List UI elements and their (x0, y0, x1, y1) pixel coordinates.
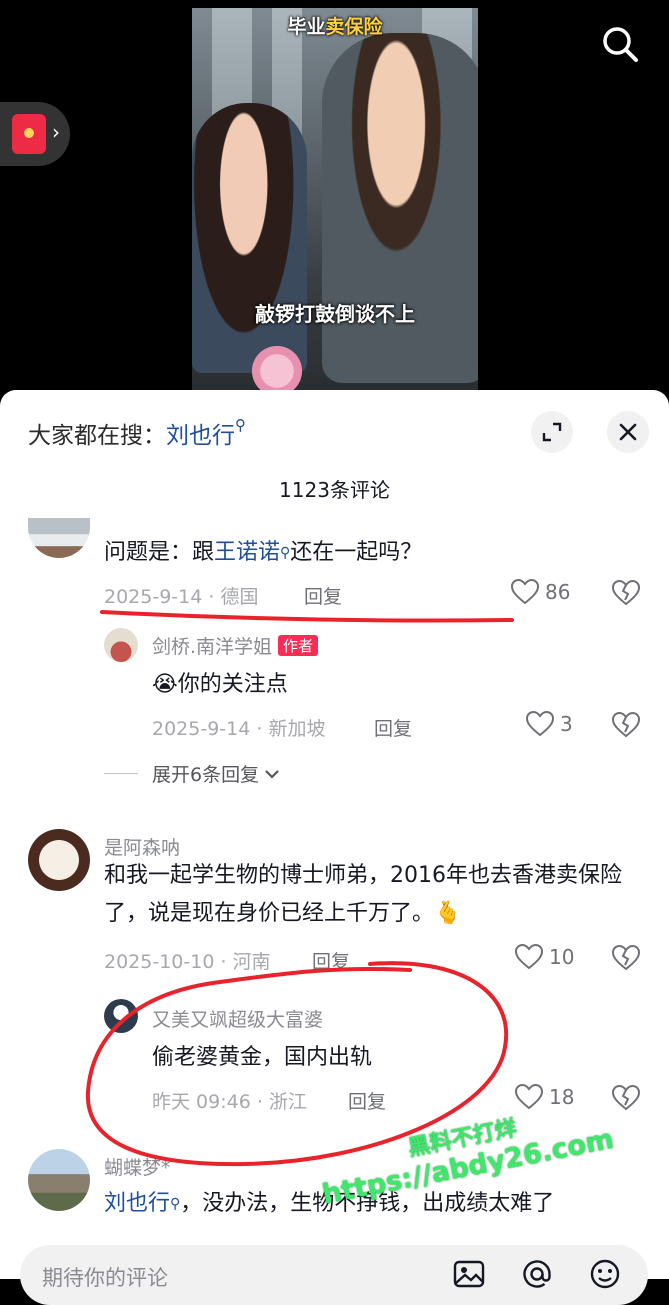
mention-link[interactable]: 王诺诺⚲ (214, 540, 290, 565)
video-caption-top: 毕业卖保险 (287, 16, 383, 38)
comment-text: 和我一起学生物的博士师弟，2016年也去香港卖保险了，说是现在身价已经上千万了。… (104, 863, 622, 926)
like-count: 86 (545, 580, 571, 604)
small-search-icon: ⚲ (235, 416, 246, 434)
comment-input-placeholder: 期待你的评论 (42, 1266, 168, 1290)
dislike-button[interactable] (611, 711, 641, 742)
reply-button[interactable]: 回复 (304, 582, 342, 609)
mention-link[interactable]: 刘也行⚲ (104, 1191, 180, 1216)
emoji-icon[interactable] (588, 1257, 622, 1291)
broken-heart-icon (611, 579, 641, 606)
mention-icon[interactable] (520, 1257, 554, 1291)
small-search-icon: ⚲ (280, 545, 291, 561)
username[interactable]: 是阿森呐 (104, 833, 180, 860)
like-count: 10 (549, 945, 575, 969)
image-icon[interactable] (452, 1257, 486, 1291)
comment-text: 问题是：跟王诺诺⚲还在一起吗？ (104, 540, 423, 565)
like-button[interactable]: 3 (526, 711, 573, 737)
video-player[interactable]: 毕业卖保险 敲锣打鼓倒谈不上 › (0, 0, 669, 395)
crying-emoji: 😭 (152, 672, 178, 697)
author-badge: 作者 (278, 635, 319, 656)
hot-search-label: 大家都在搜： (28, 423, 166, 449)
hot-search-keyword[interactable]: 刘也行 (166, 423, 235, 449)
comment-meta: 2025-9-14 · 德国 (104, 586, 259, 608)
heart-icon (526, 711, 554, 737)
red-underline-annotation (100, 610, 514, 623)
comment-item: 剑桥.南洋学姐 作者 😭你的关注点 2025-9-14 · 新加坡 回复 3 (0, 620, 669, 790)
expand-replies-button[interactable]: 展开6条回复 (104, 760, 281, 787)
red-packet-entry[interactable]: › (0, 102, 70, 166)
chevron-right-icon: › (52, 120, 60, 144)
avatar[interactable] (104, 628, 138, 662)
chevron-down-icon (265, 769, 279, 779)
close-sheet-button[interactable] (607, 411, 649, 453)
video-flower (252, 338, 302, 392)
search-button[interactable] (600, 24, 640, 64)
like-count: 3 (560, 712, 573, 736)
small-search-icon: ⚲ (170, 1196, 181, 1212)
video-person-right (322, 33, 478, 383)
broken-heart-icon (611, 944, 641, 971)
avatar[interactable] (28, 518, 90, 558)
avatar[interactable] (28, 829, 90, 891)
username[interactable]: 剑桥.南洋学姐 作者 (152, 632, 319, 659)
hot-search-bar[interactable]: 大家都在搜：刘也行⚲ (28, 416, 246, 450)
like-button[interactable]: 86 (511, 579, 570, 605)
comment-input[interactable]: 期待你的评论 (20, 1245, 648, 1305)
heart-icon (511, 579, 539, 605)
red-envelope-icon (12, 114, 46, 154)
broken-heart-icon (611, 711, 641, 738)
close-icon (619, 423, 637, 441)
divider (104, 773, 138, 774)
dislike-button[interactable] (611, 579, 641, 610)
search-icon (603, 27, 638, 62)
video-person-left (192, 103, 307, 373)
finger-heart-emoji: 🫰 (434, 901, 462, 926)
comment-text: 😭你的关注点 (152, 672, 288, 697)
dislike-button[interactable] (611, 944, 641, 975)
comment-count: 1123条评论 (279, 478, 390, 502)
fullscreen-icon (542, 422, 562, 442)
video-frame[interactable]: 毕业卖保险 敲锣打鼓倒谈不上 (192, 8, 478, 392)
reply-button[interactable]: 回复 (374, 714, 412, 741)
comment-item: 问题是：跟王诺诺⚲还在一起吗？ 2025-9-14 · 德国 回复 86 (0, 510, 669, 620)
expand-sheet-button[interactable] (531, 411, 573, 453)
comment-meta: 2025-9-14 · 新加坡 (152, 718, 326, 740)
video-caption-bottom: 敲锣打鼓倒谈不上 (255, 302, 415, 326)
